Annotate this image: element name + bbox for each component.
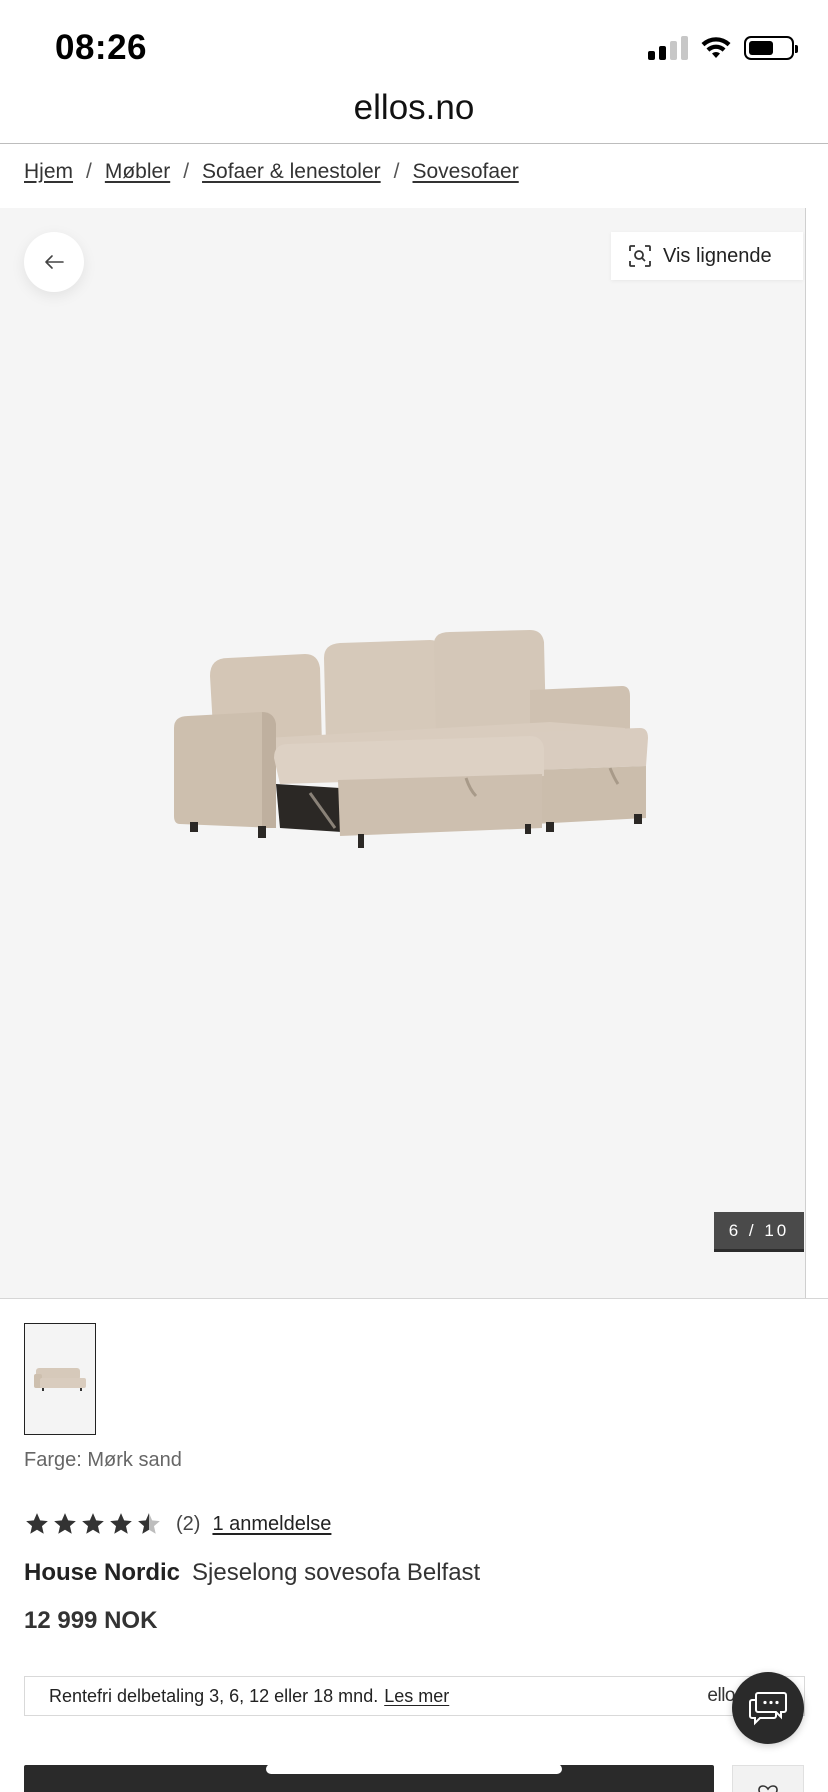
image-counter: 6 / 10: [714, 1212, 804, 1252]
product-image: [170, 628, 715, 868]
divider: [805, 208, 806, 1298]
url-text[interactable]: ellos.no: [354, 88, 475, 127]
chat-icon: [749, 1692, 787, 1726]
favorite-button[interactable]: [732, 1765, 804, 1792]
wifi-icon: [701, 37, 731, 58]
status-icons: [648, 36, 798, 60]
review-count: (2): [176, 1512, 201, 1535]
reviews-link[interactable]: 1 anmeldelse: [212, 1513, 331, 1536]
show-similar-label: Vis lignende: [663, 244, 772, 267]
star-rating: [24, 1511, 162, 1537]
breadcrumb-separator: /: [393, 160, 400, 183]
breadcrumb-item-mobler[interactable]: Møbler: [105, 160, 170, 184]
product-title: House Nordic Sjeselong sovesofa Belfast: [24, 1559, 480, 1587]
product-image-gallery[interactable]: Vis lignende 6 / 10: [0, 208, 805, 1298]
brand-name[interactable]: House Nordic: [24, 1559, 180, 1587]
product-price: 12 999 NOK: [24, 1607, 158, 1634]
arrow-left-icon: [45, 255, 64, 269]
star-full-icon: [110, 1513, 132, 1534]
battery-icon: [744, 36, 798, 60]
financing-text: Rentefri delbetaling 3, 6, 12 eller 18 m…: [49, 1685, 379, 1706]
thumbnail-selected[interactable]: [24, 1323, 96, 1435]
breadcrumb-separator: /: [183, 160, 190, 183]
breadcrumb: Hjem / Møbler / Sofaer & lenestoler / So…: [24, 156, 519, 188]
chat-button[interactable]: [732, 1672, 804, 1744]
star-full-icon: [82, 1513, 104, 1534]
breadcrumb-separator: /: [86, 160, 92, 183]
address-bar[interactable]: ellos.no: [0, 86, 828, 144]
show-similar-button[interactable]: Vis lignende: [611, 232, 803, 280]
financing-banner: Rentefri delbetaling 3, 6, 12 eller 18 m…: [24, 1676, 805, 1716]
heart-icon: [758, 1785, 778, 1792]
divider: [0, 1298, 828, 1299]
star-half-icon: [138, 1513, 160, 1534]
rating-row: (2) 1 anmeldelse: [24, 1508, 331, 1540]
breadcrumb-item-hjem[interactable]: Hjem: [24, 160, 73, 184]
star-full-icon: [54, 1513, 76, 1534]
breadcrumb-item-sofaer[interactable]: Sofaer & lenestoler: [202, 160, 381, 184]
product-name: Sjeselong sovesofa Belfast: [192, 1559, 481, 1586]
star-full-icon: [26, 1513, 48, 1534]
back-button[interactable]: [24, 232, 84, 292]
read-more-link[interactable]: Les mer: [384, 1686, 449, 1707]
divider: [0, 143, 828, 144]
sofa-thumbnail-image: [34, 1368, 86, 1391]
visual-search-icon: [629, 245, 651, 267]
color-label: Farge: Mørk sand: [24, 1449, 182, 1471]
status-bar: 08:26: [0, 0, 828, 90]
home-indicator: [266, 1764, 562, 1774]
breadcrumb-item-sovesofaer[interactable]: Sovesofaer: [413, 160, 519, 184]
cellular-signal-icon: [648, 36, 688, 60]
status-time: 08:26: [55, 28, 148, 67]
